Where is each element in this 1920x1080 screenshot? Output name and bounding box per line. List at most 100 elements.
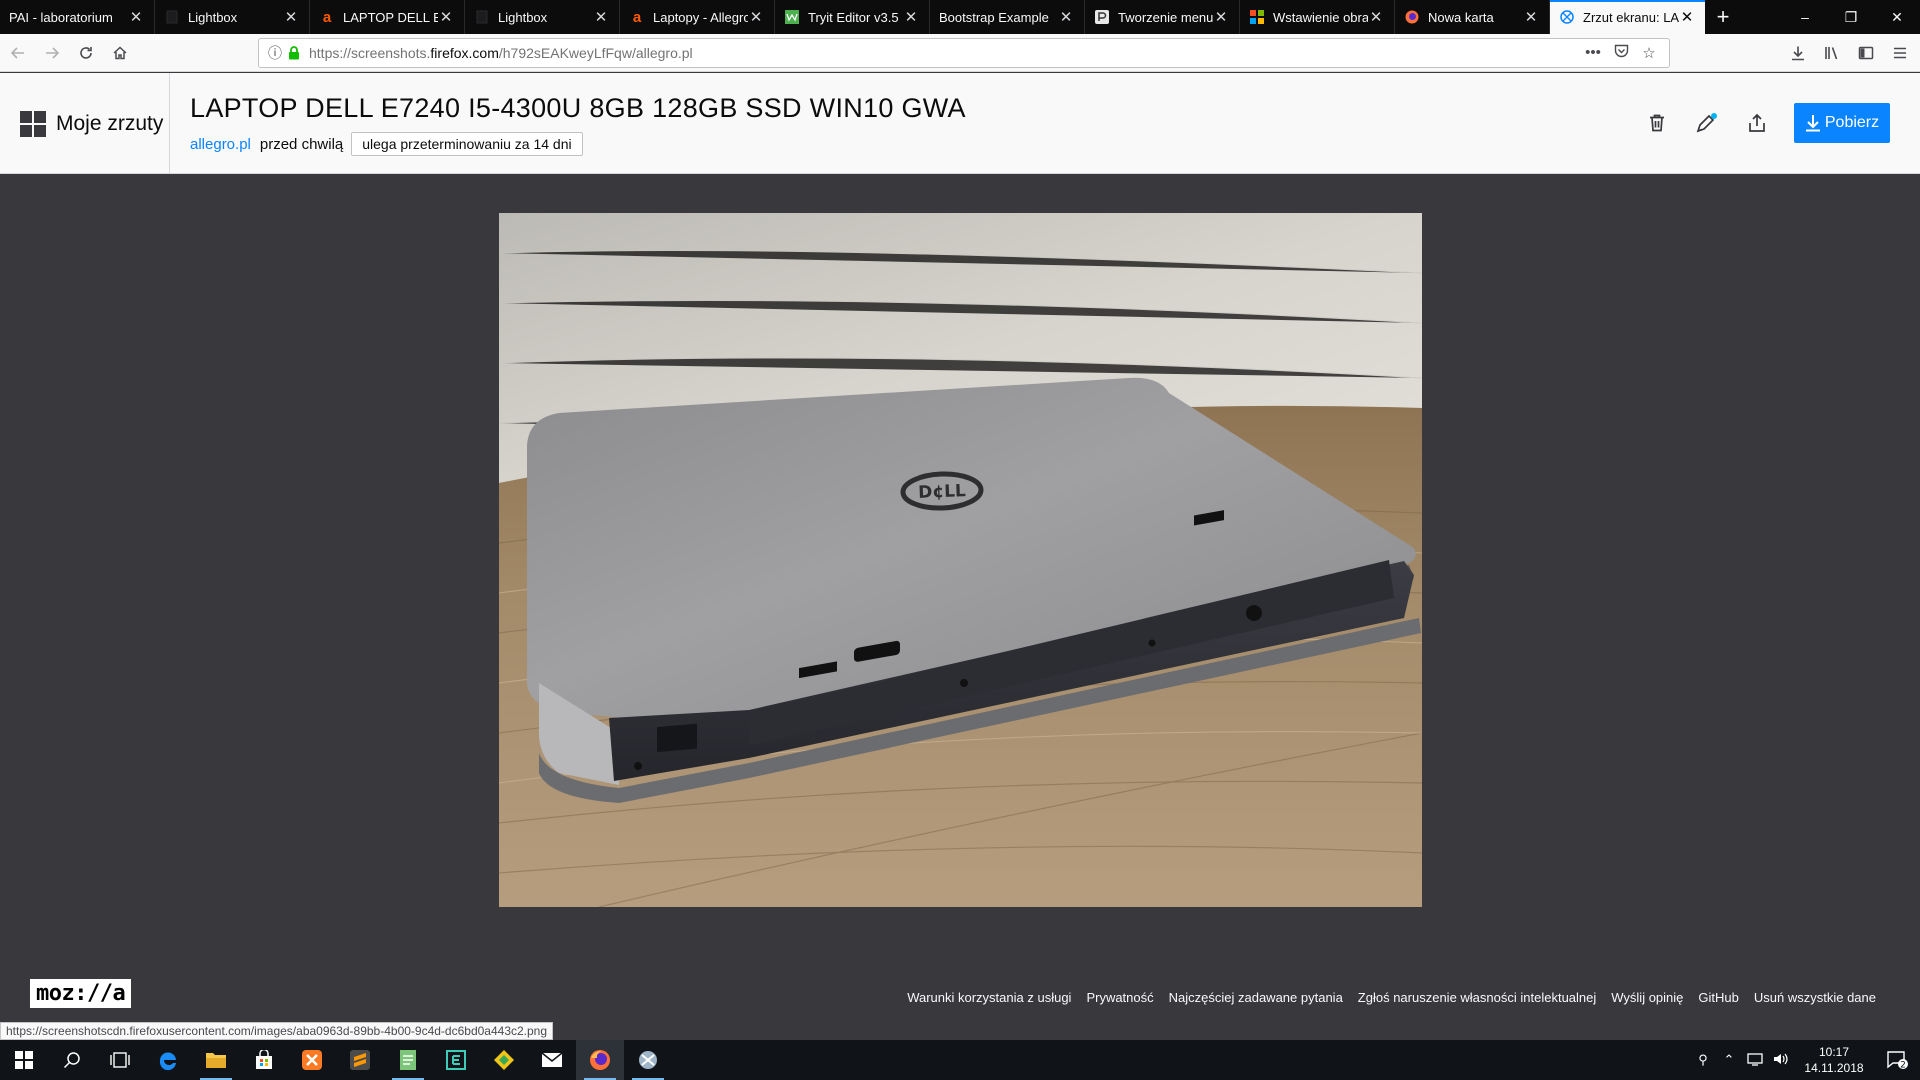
volume-icon[interactable] <box>1768 1052 1794 1069</box>
tray-chevron-icon[interactable]: ⌃ <box>1716 1052 1742 1068</box>
search-button[interactable] <box>48 1040 96 1080</box>
close-tab-icon[interactable]: ✕ <box>1058 8 1074 26</box>
mozilla-logo[interactable]: moz://a <box>30 979 132 1008</box>
store-app[interactable] <box>240 1040 288 1080</box>
browser-tab[interactable]: Tryit Editor v3.5 ✕ <box>775 0 930 34</box>
footer-link[interactable]: Wyślij opinię <box>1611 990 1683 1005</box>
close-tab-icon[interactable]: ✕ <box>283 8 299 26</box>
browser-tab[interactable]: Lightbox ✕ <box>465 0 620 34</box>
edge-icon <box>159 1052 176 1071</box>
page-actions-icon[interactable]: ••• <box>1579 44 1607 61</box>
library-button[interactable] <box>1816 37 1848 69</box>
editor-app[interactable] <box>432 1040 480 1080</box>
p-icon-icon <box>1094 9 1110 25</box>
delete-button[interactable] <box>1632 103 1682 143</box>
expiry-button[interactable]: ulega przeterminowaniu za 14 dni <box>351 132 583 156</box>
library-icon <box>1825 46 1838 59</box>
start-button[interactable] <box>0 1040 48 1080</box>
firefox-app[interactable] <box>576 1040 624 1080</box>
task-view-button[interactable] <box>96 1040 144 1080</box>
toolbar-right <box>1780 37 1916 69</box>
reload-button[interactable] <box>70 37 102 69</box>
people-icon[interactable]: ⚲ <box>1690 1052 1716 1068</box>
pocket-icon[interactable] <box>1607 44 1635 62</box>
browser-tab[interactable]: a Laptopy - Allegro ✕ <box>620 0 775 34</box>
annotate-button[interactable] <box>1682 103 1732 143</box>
action-center-button[interactable]: 2 <box>1874 1040 1920 1080</box>
windows-grid-icon <box>1249 9 1265 25</box>
menu-button[interactable] <box>1884 37 1916 69</box>
forward-arrow-icon <box>46 46 60 59</box>
bookmark-star-icon[interactable]: ☆ <box>1635 44 1663 62</box>
close-tab-icon[interactable]: ✕ <box>1368 8 1384 26</box>
close-tab-icon[interactable]: ✕ <box>438 8 454 26</box>
browser-tab[interactable]: Nowa karta ✕ <box>1395 0 1550 34</box>
home-icon <box>113 45 127 59</box>
close-tab-icon[interactable]: ✕ <box>1679 8 1695 26</box>
browser-tab[interactable]: Zrzut ekranu: LAP ✕ <box>1550 0 1705 34</box>
browser-tab[interactable]: Lightbox ✕ <box>155 0 310 34</box>
footer-link[interactable]: GitHub <box>1698 990 1738 1005</box>
close-tab-icon[interactable]: ✕ <box>593 8 609 26</box>
back-arrow-icon <box>10 46 24 59</box>
network-icon[interactable] <box>1742 1052 1768 1069</box>
sidebar-button[interactable] <box>1850 37 1882 69</box>
git-diamond-icon <box>494 1050 514 1070</box>
browser-tab[interactable]: Wstawienie obraz ✕ <box>1240 0 1395 34</box>
minimize-button[interactable]: – <box>1782 0 1828 34</box>
close-tab-icon[interactable]: ✕ <box>128 8 144 26</box>
close-window-button[interactable]: ✕ <box>1874 0 1920 34</box>
mail-app[interactable] <box>528 1040 576 1080</box>
my-shots-link[interactable]: Moje zrzuty <box>0 73 170 174</box>
footer-link[interactable]: Zgłoś naruszenie własności intelektualne… <box>1358 990 1596 1005</box>
notepad-app[interactable] <box>384 1040 432 1080</box>
download-button[interactable]: Pobierz <box>1794 103 1890 143</box>
tab-title: Tryit Editor v3.5 <box>808 9 899 25</box>
notification-icon: 2 <box>1887 1051 1908 1070</box>
footer-link[interactable]: Prywatność <box>1086 990 1153 1005</box>
allegro-a-icon: a <box>632 8 642 26</box>
snipping-app[interactable] <box>624 1040 672 1080</box>
browser-tab[interactable]: PAI - laboratorium ✕ <box>0 0 155 34</box>
screenshot-image[interactable]: D¢LL <box>499 213 1422 907</box>
close-tab-icon[interactable]: ✕ <box>903 8 919 26</box>
git-app[interactable] <box>480 1040 528 1080</box>
lock-icon[interactable] <box>285 45 303 60</box>
share-button[interactable] <box>1732 103 1782 143</box>
close-tab-icon[interactable]: ✕ <box>1213 8 1229 26</box>
sublime-app[interactable] <box>336 1040 384 1080</box>
back-button[interactable] <box>2 37 34 69</box>
url-text[interactable]: https://screenshots.firefox.com/h792sEAK… <box>309 45 1579 61</box>
forward-button[interactable] <box>36 37 68 69</box>
system-clock[interactable]: 10:17 14.11.2018 <box>1794 1044 1874 1076</box>
page-footer: moz://a Warunki korzystania z usługi Pryw… <box>0 975 1920 1025</box>
close-tab-icon[interactable]: ✕ <box>1523 8 1539 26</box>
navigation-toolbar: ⓘ https://screenshots.firefox.com/h792sE… <box>0 34 1920 72</box>
store-bag-icon <box>256 1050 272 1069</box>
browser-tab[interactable]: Tworzenie menu ✕ <box>1085 0 1240 34</box>
screenshot-meta: allegro.pl przed chwilą ulega przetermin… <box>190 132 966 156</box>
grid-icon <box>20 110 46 137</box>
browser-tab[interactable]: a LAPTOP DELL E72✕ <box>310 0 465 34</box>
download-arrow-icon <box>1805 115 1820 132</box>
screenshot-actions: Pobierz <box>1632 73 1920 173</box>
browser-tab[interactable]: Bootstrap Example ✕ <box>930 0 1085 34</box>
footer-link[interactable]: Usuń wszystkie dane <box>1754 990 1876 1005</box>
screenshot-info: LAPTOP DELL E7240 I5-4300U 8GB 128GB SSD… <box>170 73 966 173</box>
restore-button[interactable]: ❐ <box>1828 0 1874 34</box>
close-tab-icon[interactable]: ✕ <box>748 8 764 26</box>
footer-link[interactable]: Najczęściej zadawane pytania <box>1169 990 1343 1005</box>
hamburger-icon <box>1894 47 1906 58</box>
edge-app[interactable] <box>144 1040 192 1080</box>
downloads-button[interactable] <box>1782 37 1814 69</box>
home-button[interactable] <box>104 37 136 69</box>
xampp-app[interactable] <box>288 1040 336 1080</box>
source-link[interactable]: allegro.pl <box>190 136 251 153</box>
footer-link[interactable]: Warunki korzystania z usługi <box>907 990 1071 1005</box>
new-tab-button[interactable]: + <box>1705 0 1741 34</box>
folder-icon <box>206 1053 226 1068</box>
laptop-photo-icon: D¢LL <box>499 213 1422 907</box>
info-icon[interactable]: ⓘ <box>265 43 285 63</box>
url-bar[interactable]: ⓘ https://screenshots.firefox.com/h792sE… <box>258 37 1670 68</box>
file-explorer-app[interactable] <box>192 1040 240 1080</box>
